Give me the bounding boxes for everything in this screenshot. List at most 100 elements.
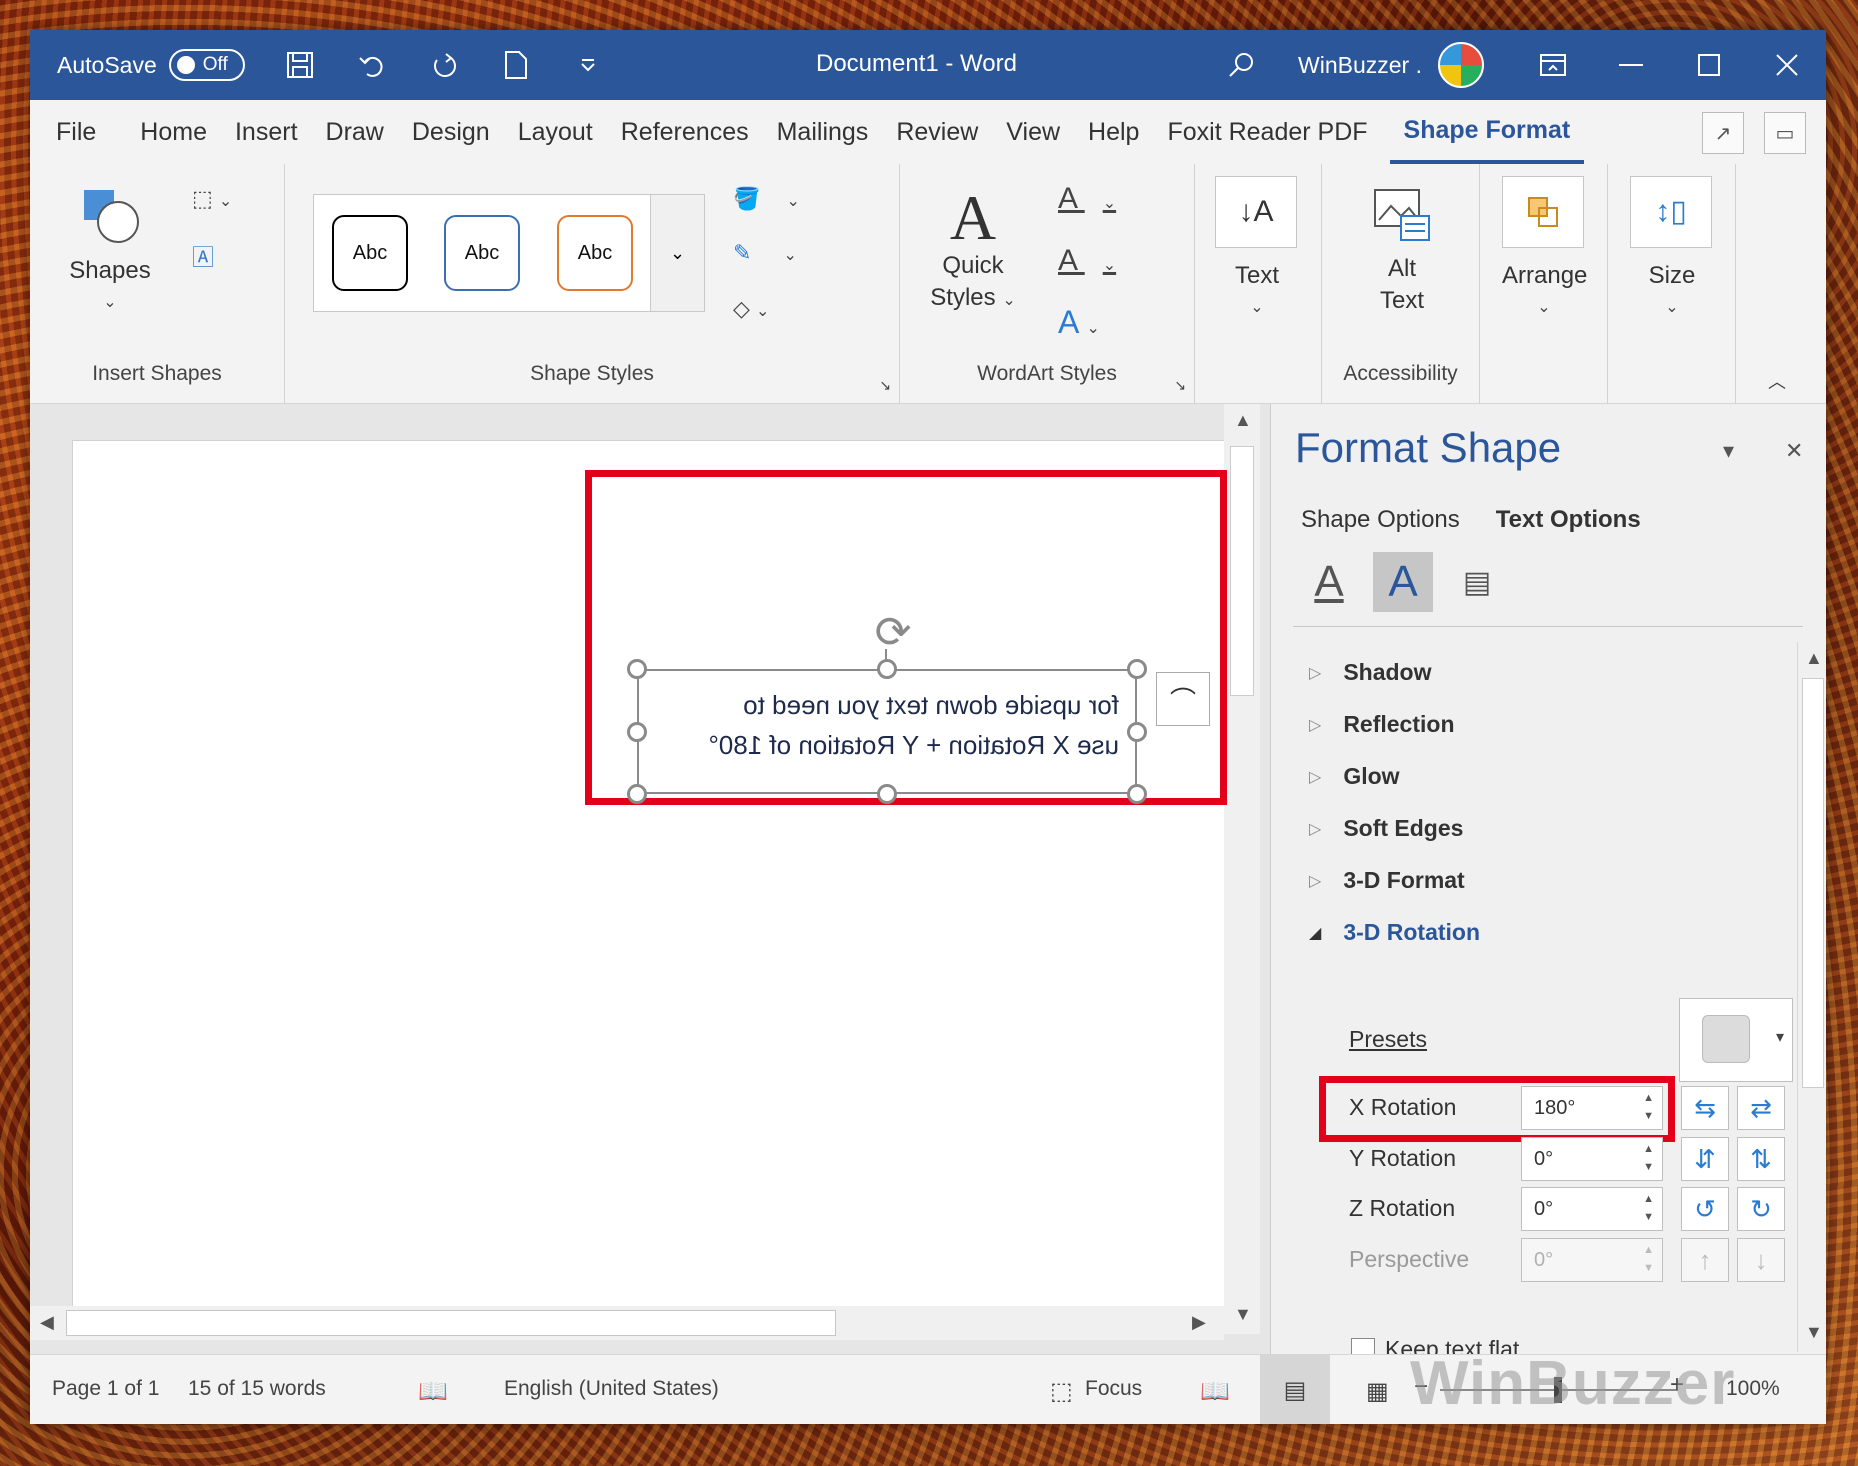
edit-shape-icon[interactable]: ⬚ ⌄ [192, 186, 232, 212]
close-icon[interactable] [1748, 30, 1826, 100]
y-rotation-down-icon[interactable]: ⇵ [1681, 1137, 1729, 1181]
section-3d-rotation[interactable]: ◢ 3-D Rotation [1309, 919, 1480, 946]
tab-references[interactable]: References [607, 100, 763, 164]
scroll-right-icon[interactable]: ▶ [1192, 1312, 1206, 1333]
customize-qat-icon[interactable] [571, 48, 605, 82]
spinner-arrows[interactable]: ▲ ▼ [1643, 1190, 1654, 1226]
share-icon[interactable]: ↗ [1702, 112, 1744, 154]
tab-mailings[interactable]: Mailings [763, 100, 883, 164]
text-effects-icon[interactable]: A [1373, 552, 1433, 612]
shape-style-3[interactable]: Abc [557, 215, 633, 291]
resize-handle[interactable] [627, 659, 647, 679]
print-layout-icon[interactable]: ▤ [1260, 1355, 1330, 1424]
dialog-launcher-icon[interactable]: ↘ [1174, 377, 1186, 394]
word-count[interactable]: 15 of 15 words [188, 1377, 326, 1401]
focus-icon[interactable]: ⬚ [1050, 1377, 1073, 1406]
maximize-icon[interactable] [1670, 30, 1748, 100]
comments-icon[interactable]: ▭ [1764, 112, 1806, 154]
pane-scroll-thumb[interactable] [1802, 678, 1824, 1088]
scroll-up-icon[interactable]: ▲ [1805, 648, 1823, 669]
user-name[interactable]: WinBuzzer . [1298, 52, 1422, 79]
x-rotation-input[interactable]: 180° ▲ ▼ [1521, 1086, 1663, 1130]
shape-text[interactable]: for upside down text you need to use X R… [659, 685, 1119, 765]
page-count[interactable]: Page 1 of 1 [52, 1377, 159, 1401]
section-glow[interactable]: ▷ Glow [1309, 763, 1400, 790]
resize-handle[interactable] [1127, 722, 1147, 742]
vertical-scrollbar[interactable]: ▲ ▼ [1224, 404, 1260, 1334]
x-rotation-left-icon[interactable]: ⇆ [1681, 1086, 1729, 1130]
search-icon[interactable] [1224, 48, 1258, 82]
dialog-launcher-icon[interactable]: ↘ [879, 377, 891, 394]
tab-file[interactable]: File [42, 100, 110, 164]
alt-text-button[interactable]: Alt Text [1352, 186, 1452, 317]
text-box-icon[interactable]: 🄰 [192, 240, 214, 272]
z-rotation-clockwise-icon[interactable]: ↻ [1737, 1187, 1785, 1231]
y-rotation-input[interactable]: 0° ▲ ▼ [1521, 1137, 1663, 1181]
tab-text-options[interactable]: Text Options [1496, 506, 1641, 534]
y-rotation-up-icon[interactable]: ⇅ [1737, 1137, 1785, 1181]
pane-scrollbar[interactable]: ▲ ▼ [1797, 642, 1826, 1352]
arrange-button[interactable]: Arrange ⌄ [1502, 176, 1587, 324]
resize-handle[interactable] [1127, 784, 1147, 804]
shapes-button[interactable]: Shapes ⌄ [60, 186, 160, 319]
tab-insert[interactable]: Insert [221, 100, 312, 164]
scroll-left-icon[interactable]: ◀ [40, 1312, 54, 1333]
resize-handle[interactable] [1127, 659, 1147, 679]
size-button[interactable]: ↕▯ Size ⌄ [1630, 176, 1714, 324]
tab-draw[interactable]: Draw [312, 100, 398, 164]
resize-handle[interactable] [877, 659, 897, 679]
tab-shape-format[interactable]: Shape Format [1389, 100, 1585, 164]
ribbon-display-options-icon[interactable] [1514, 30, 1592, 100]
rotation-handle-icon[interactable]: ⟳ [868, 608, 918, 658]
language[interactable]: English (United States) [504, 1377, 719, 1401]
proofing-icon[interactable]: 📖 [418, 1377, 448, 1406]
section-soft-edges[interactable]: ▷ Soft Edges [1309, 815, 1463, 842]
resize-handle[interactable] [627, 784, 647, 804]
presets-dropdown[interactable]: ▾ [1679, 998, 1793, 1082]
autosave-toggle[interactable]: Off [168, 49, 245, 81]
minimize-icon[interactable] [1592, 30, 1670, 100]
z-rotation-input[interactable]: 0° ▲ ▼ [1521, 1187, 1663, 1231]
shape-fill-icon[interactable]: 🪣 ⌄ [733, 186, 800, 212]
text-fill-outline-icon[interactable]: A [1299, 552, 1359, 612]
section-reflection[interactable]: ▷ Reflection [1309, 711, 1455, 738]
z-rotation-counterclockwise-icon[interactable]: ↺ [1681, 1187, 1729, 1231]
tab-help[interactable]: Help [1074, 100, 1153, 164]
tab-shape-options[interactable]: Shape Options [1301, 506, 1460, 534]
collapse-ribbon-icon[interactable]: ︿ [1768, 368, 1786, 394]
scroll-up-icon[interactable]: ▲ [1234, 410, 1252, 431]
text-fill-icon[interactable]: A ⌄ [1058, 182, 1116, 216]
web-layout-icon[interactable]: ▦ [1366, 1377, 1389, 1406]
vertical-scroll-thumb[interactable] [1230, 446, 1254, 696]
tab-review[interactable]: Review [882, 100, 992, 164]
x-rotation-right-icon[interactable]: ⇄ [1737, 1086, 1785, 1130]
shape-style-1[interactable]: Abc [332, 215, 408, 291]
shape-style-2[interactable]: Abc [444, 215, 520, 291]
save-icon[interactable] [283, 48, 317, 82]
tab-home[interactable]: Home [126, 100, 221, 164]
tab-foxit[interactable]: Foxit Reader PDF [1153, 100, 1381, 164]
text-button[interactable]: ↓A Text ⌄ [1215, 176, 1299, 324]
shape-effects-icon[interactable]: ◇ ⌄ [733, 296, 769, 322]
shape-outline-icon[interactable]: ✎ ⌄ [733, 240, 797, 266]
layout-options-icon[interactable]: ⌒ [1156, 672, 1210, 726]
redo-icon[interactable] [427, 48, 461, 82]
focus-label[interactable]: Focus [1085, 1377, 1142, 1401]
styles-more-button[interactable]: ⌄ [650, 194, 705, 312]
section-3d-format[interactable]: ▷ 3-D Format [1309, 867, 1465, 894]
scroll-down-icon[interactable]: ▼ [1805, 1322, 1823, 1343]
spinner-arrows[interactable]: ▲ ▼ [1643, 1140, 1654, 1176]
avatar[interactable] [1438, 42, 1484, 88]
text-effects-icon[interactable]: A ⌄ [1058, 304, 1100, 341]
text-outline-icon[interactable]: A ⌄ [1058, 244, 1116, 278]
undo-icon[interactable] [355, 48, 389, 82]
scroll-down-icon[interactable]: ▼ [1234, 1304, 1252, 1325]
close-pane-icon[interactable]: ✕ [1785, 438, 1803, 464]
horizontal-scrollbar[interactable]: ◀ ▶ [30, 1306, 1224, 1340]
tab-view[interactable]: View [992, 100, 1074, 164]
resize-handle[interactable] [877, 784, 897, 804]
read-mode-icon[interactable]: 📖 [1200, 1377, 1230, 1406]
pane-options-icon[interactable]: ▾ [1723, 438, 1734, 464]
horizontal-scroll-thumb[interactable] [66, 1310, 836, 1336]
tab-design[interactable]: Design [398, 100, 504, 164]
